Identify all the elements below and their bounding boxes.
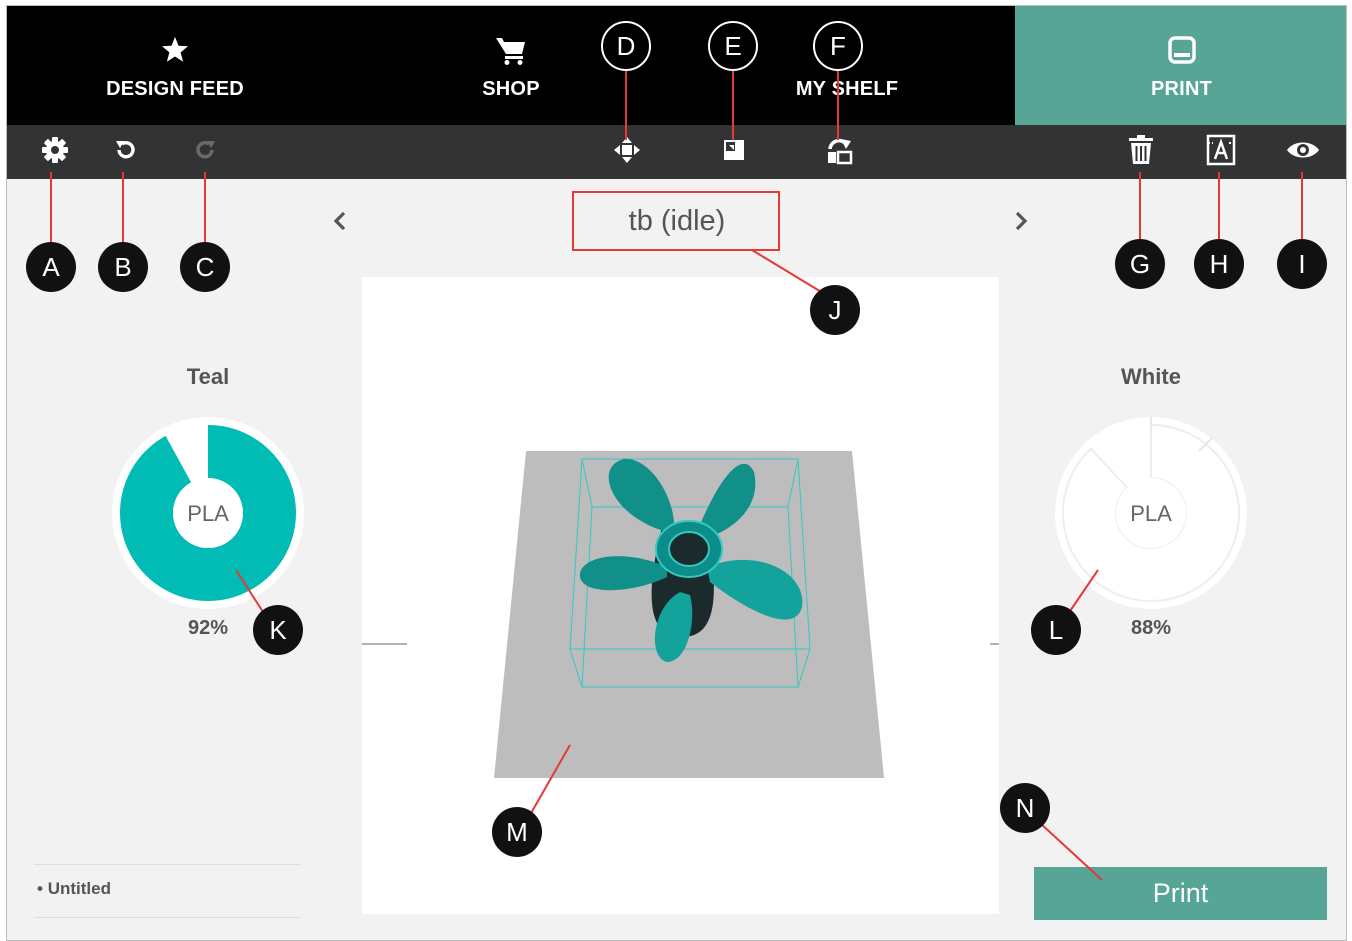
app-window: DESIGN FEED SHOP MY SHELF PRINT tb (idle… — [6, 5, 1347, 941]
project-item-label: Untitled — [47, 879, 111, 898]
redo-button[interactable] — [186, 125, 226, 179]
tab-label: SHOP — [482, 78, 540, 100]
label-button[interactable] — [1201, 125, 1241, 179]
printer-icon — [1015, 32, 1346, 68]
label-icon — [1206, 134, 1236, 171]
undo-icon — [113, 138, 137, 167]
view-button[interactable] — [1283, 125, 1323, 179]
build-plate-scene — [362, 451, 999, 778]
tab-label: MY SHELF — [795, 78, 899, 100]
tab-design-feed[interactable]: DESIGN FEED — [7, 6, 343, 125]
next-printer-icon[interactable] — [1013, 206, 1029, 240]
material-left-gauge: PLA — [112, 417, 304, 609]
move-icon — [613, 136, 641, 169]
material-right-gauge: PLA — [1055, 417, 1247, 609]
tab-my-shelf[interactable]: MY SHELF — [679, 6, 1015, 125]
previous-printer-icon[interactable] — [332, 206, 348, 240]
eye-icon — [1285, 138, 1321, 167]
divider — [34, 917, 301, 918]
material-left-type: PLA — [187, 501, 229, 526]
tab-label: PRINT — [1151, 78, 1212, 100]
toolbar — [7, 125, 1346, 179]
top-nav: DESIGN FEED SHOP MY SHELF PRINT — [7, 6, 1346, 125]
print-button[interactable]: Print — [1034, 867, 1327, 920]
delete-button[interactable] — [1121, 125, 1161, 179]
undo-button[interactable] — [105, 125, 145, 179]
material-left-name: Teal — [186, 364, 230, 389]
tab-label: DESIGN FEED — [106, 78, 244, 100]
tab-print[interactable]: PRINT — [1015, 6, 1346, 125]
cart-icon — [343, 32, 679, 68]
redo-icon — [194, 138, 218, 167]
rotate-icon — [825, 135, 853, 170]
star-icon — [7, 32, 343, 68]
settings-icon — [41, 136, 69, 169]
3d-viewport[interactable] — [362, 277, 999, 914]
scale-icon — [722, 138, 746, 167]
material-right-name: White — [1121, 364, 1181, 389]
delete-icon — [1128, 134, 1154, 170]
material-right-percent: 88% — [1130, 617, 1172, 639]
divider — [34, 864, 301, 865]
rotate-button[interactable] — [819, 125, 859, 179]
project-item[interactable]: • Untitled — [37, 879, 111, 899]
material-left-percent: 92% — [187, 617, 229, 639]
scale-button[interactable] — [714, 125, 754, 179]
printer-status: tb (idle) — [628, 205, 726, 237]
tab-shop[interactable]: SHOP — [343, 6, 679, 125]
material-right-type: PLA — [1130, 501, 1172, 526]
move-button[interactable] — [607, 125, 647, 179]
settings-button[interactable] — [35, 125, 75, 179]
shelf-icon — [679, 32, 1015, 68]
